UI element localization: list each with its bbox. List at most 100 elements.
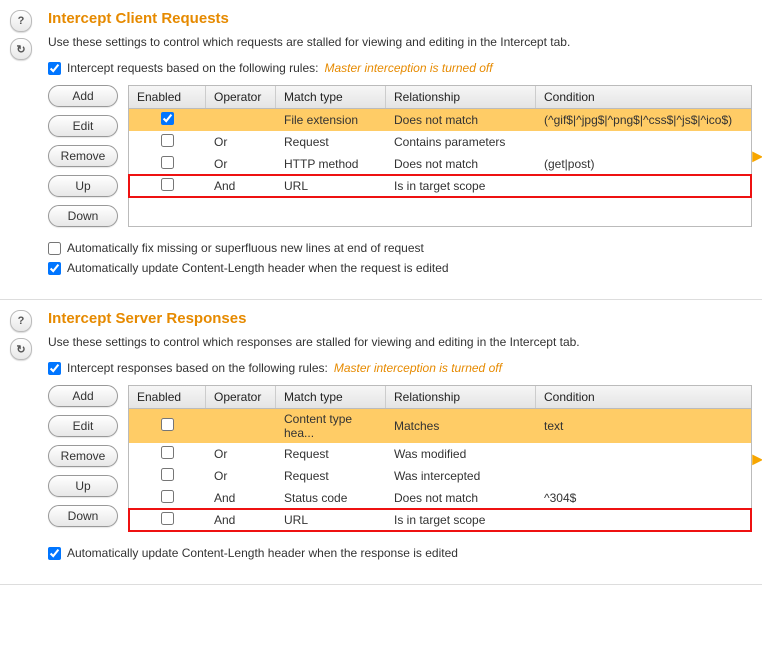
section-desc: Use these settings to control which resp… bbox=[48, 335, 752, 349]
section-desc: Use these settings to control which requ… bbox=[48, 35, 752, 49]
refresh-icon[interactable]: ↻ bbox=[10, 38, 32, 60]
edit-button[interactable]: Edit bbox=[48, 415, 118, 437]
cell-cond bbox=[536, 509, 751, 531]
row-enabled-checkbox[interactable] bbox=[161, 156, 174, 169]
expand-arrow-icon[interactable]: ▶ bbox=[752, 450, 762, 467]
row-enabled-checkbox[interactable] bbox=[161, 512, 174, 525]
down-button[interactable]: Down bbox=[48, 205, 118, 227]
cell-op bbox=[206, 409, 276, 444]
intercept-enabled-checkbox[interactable] bbox=[48, 62, 61, 75]
table-row[interactable]: OrRequestContains parameters bbox=[129, 131, 751, 153]
option-label: Automatically update Content-Length head… bbox=[67, 546, 458, 560]
cell-match: URL bbox=[276, 509, 386, 531]
section-req: ? ↻ Intercept Client Requests Use these set… bbox=[0, 0, 762, 300]
cell-rel: Contains parameters bbox=[386, 131, 536, 153]
section-title: Intercept Server Responses bbox=[48, 310, 752, 327]
cell-rel: Is in target scope bbox=[386, 509, 536, 531]
cell-match: Request bbox=[276, 465, 386, 487]
down-button[interactable]: Down bbox=[48, 505, 118, 527]
cell-cond bbox=[536, 175, 751, 197]
option-checkbox[interactable] bbox=[48, 242, 61, 255]
add-button[interactable]: Add bbox=[48, 385, 118, 407]
cell-cond: (get|post) bbox=[536, 153, 751, 175]
remove-button[interactable]: Remove bbox=[48, 445, 118, 467]
cell-op: And bbox=[206, 487, 276, 509]
option-label: Automatically fix missing or superfluous… bbox=[67, 241, 424, 255]
table-row[interactable]: OrRequestWas intercepted bbox=[129, 465, 751, 487]
col-header[interactable]: Enabled bbox=[129, 386, 206, 409]
rules-note: Master interception is turned off bbox=[324, 61, 492, 75]
row-enabled-checkbox[interactable] bbox=[161, 134, 174, 147]
table-row[interactable]: AndURLIs in target scope bbox=[129, 175, 751, 197]
cell-rel: Was modified bbox=[386, 443, 536, 465]
cell-cond bbox=[536, 443, 751, 465]
col-header[interactable]: Condition bbox=[536, 86, 751, 109]
cell-op: And bbox=[206, 509, 276, 531]
col-header[interactable]: Relationship bbox=[386, 386, 536, 409]
col-header[interactable]: Match type bbox=[276, 386, 386, 409]
col-header[interactable]: Operator bbox=[206, 86, 276, 109]
table-row[interactable]: AndStatus codeDoes not match^304$ bbox=[129, 487, 751, 509]
up-button[interactable]: Up bbox=[48, 175, 118, 197]
col-header[interactable]: Enabled bbox=[129, 86, 206, 109]
help-icon[interactable]: ? bbox=[10, 10, 32, 32]
cell-match: Status code bbox=[276, 487, 386, 509]
option-checkbox[interactable] bbox=[48, 262, 61, 275]
cell-op: And bbox=[206, 175, 276, 197]
section-res: ? ↻ Intercept Server Responses Use these se… bbox=[0, 300, 762, 585]
cell-cond bbox=[536, 131, 751, 153]
table-row[interactable]: AndURLIs in target scope bbox=[129, 509, 751, 531]
row-enabled-checkbox[interactable] bbox=[161, 490, 174, 503]
cell-rel: Does not match bbox=[386, 487, 536, 509]
table-row[interactable]: OrHTTP methodDoes not match(get|post) bbox=[129, 153, 751, 175]
cell-op: Or bbox=[206, 443, 276, 465]
help-icon[interactable]: ? bbox=[10, 310, 32, 332]
add-button[interactable]: Add bbox=[48, 85, 118, 107]
refresh-icon[interactable]: ↻ bbox=[10, 338, 32, 360]
cell-match: Request bbox=[276, 443, 386, 465]
cell-rel: Matches bbox=[386, 409, 536, 444]
cell-match: Request bbox=[276, 131, 386, 153]
cell-cond: (^gif$|^jpg$|^png$|^css$|^js$|^ico$) bbox=[536, 109, 751, 132]
remove-button[interactable]: Remove bbox=[48, 145, 118, 167]
cell-op: Or bbox=[206, 131, 276, 153]
cell-rel: Is in target scope bbox=[386, 175, 536, 197]
option-label: Automatically update Content-Length head… bbox=[67, 261, 449, 275]
cell-rel: Was intercepted bbox=[386, 465, 536, 487]
row-enabled-checkbox[interactable] bbox=[161, 112, 174, 125]
cell-match: Content type hea... bbox=[276, 409, 386, 444]
section-title: Intercept Client Requests bbox=[48, 10, 752, 27]
edit-button[interactable]: Edit bbox=[48, 115, 118, 137]
row-enabled-checkbox[interactable] bbox=[161, 468, 174, 481]
table-row[interactable]: OrRequestWas modified bbox=[129, 443, 751, 465]
row-enabled-checkbox[interactable] bbox=[161, 446, 174, 459]
rules-table[interactable]: EnabledOperatorMatch typeRelationshipCon… bbox=[128, 85, 752, 227]
row-enabled-checkbox[interactable] bbox=[161, 178, 174, 191]
cell-cond bbox=[536, 465, 751, 487]
cell-op: Or bbox=[206, 465, 276, 487]
cell-cond: ^304$ bbox=[536, 487, 751, 509]
expand-arrow-icon[interactable]: ▶ bbox=[752, 148, 762, 165]
col-header[interactable]: Condition bbox=[536, 386, 751, 409]
cell-rel: Does not match bbox=[386, 153, 536, 175]
cell-match: HTTP method bbox=[276, 153, 386, 175]
rules-table[interactable]: EnabledOperatorMatch typeRelationshipCon… bbox=[128, 385, 752, 532]
cell-match: URL bbox=[276, 175, 386, 197]
up-button[interactable]: Up bbox=[48, 475, 118, 497]
cell-op bbox=[206, 109, 276, 132]
option-checkbox[interactable] bbox=[48, 547, 61, 560]
rules-note: Master interception is turned off bbox=[334, 361, 502, 375]
col-header[interactable]: Operator bbox=[206, 386, 276, 409]
intercept-enabled-checkbox[interactable] bbox=[48, 362, 61, 375]
rules-label: Intercept responses based on the followi… bbox=[67, 361, 328, 375]
rules-label: Intercept requests based on the followin… bbox=[67, 61, 318, 75]
table-row[interactable]: File extensionDoes not match(^gif$|^jpg$… bbox=[129, 109, 751, 132]
row-enabled-checkbox[interactable] bbox=[161, 418, 174, 431]
cell-cond: text bbox=[536, 409, 751, 444]
col-header[interactable]: Relationship bbox=[386, 86, 536, 109]
cell-rel: Does not match bbox=[386, 109, 536, 132]
cell-op: Or bbox=[206, 153, 276, 175]
col-header[interactable]: Match type bbox=[276, 86, 386, 109]
table-row[interactable]: Content type hea...Matchestext bbox=[129, 409, 751, 444]
cell-match: File extension bbox=[276, 109, 386, 132]
